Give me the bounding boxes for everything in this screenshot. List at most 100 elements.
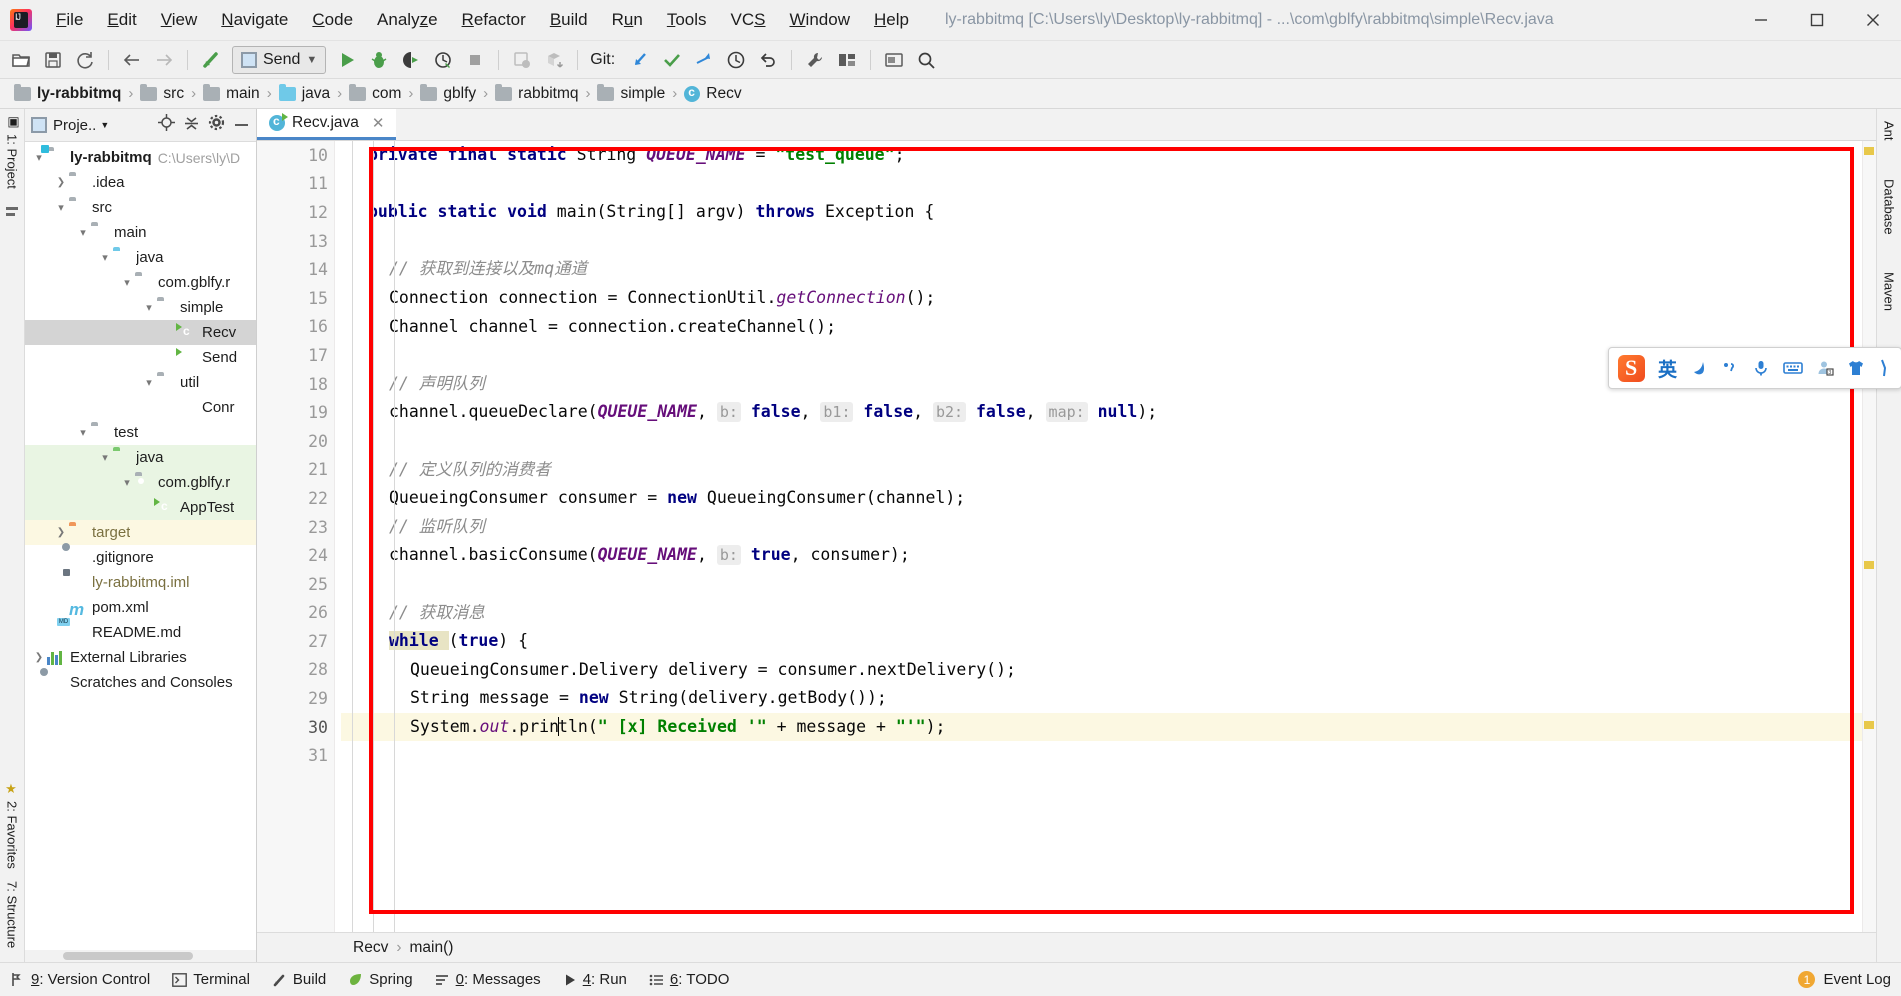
status-tool-buttons[interactable]: 9: Version Control Terminal Build Spring 0: … [10, 971, 729, 988]
chevron-down-icon[interactable]: ▾ [119, 276, 135, 289]
menu-code[interactable]: Code [300, 6, 365, 34]
tool-window-project[interactable]: ▣ 1: Project [5, 109, 20, 195]
chevron-down-icon[interactable]: ▾ [97, 251, 113, 264]
git-rollback-icon[interactable] [753, 45, 783, 75]
breadcrumb-item-gblfy[interactable]: gblfy [414, 83, 482, 105]
locate-icon[interactable] [158, 114, 175, 136]
error-stripe-marker[interactable] [1862, 141, 1876, 932]
settings-gear-icon[interactable] [208, 114, 225, 136]
breadcrumb-item-ly-rabbitmq[interactable]: ly-rabbitmq [8, 83, 127, 105]
code-line[interactable]: private final static String QUEUE_NAME =… [341, 141, 1862, 170]
project-structure-icon[interactable] [832, 45, 862, 75]
warning-stripe[interactable] [1864, 147, 1874, 155]
main-toolbar[interactable]: Send ▼ Git: [0, 41, 1901, 79]
menu-tools[interactable]: Tools [655, 6, 719, 34]
line-number[interactable]: 17 [257, 341, 334, 370]
warning-stripe[interactable] [1864, 721, 1874, 729]
tree-item-com-gblfy-r[interactable]: ▾ com.gblfy.r [25, 270, 256, 295]
editor-viewport[interactable]: 101112▶⎈13141516171819202122232425262728… [257, 141, 1876, 932]
chevron-down-icon[interactable]: ▾ [141, 301, 157, 314]
tool-window-ant[interactable]: Ant [1882, 115, 1897, 147]
chevron-right-icon[interactable]: ❯ [53, 177, 69, 188]
tree-item--idea[interactable]: ❯ .idea [25, 170, 256, 195]
back-arrow-icon[interactable] [117, 45, 147, 75]
menu-run[interactable]: Run [600, 6, 655, 34]
tools-icon[interactable] [1878, 359, 1892, 377]
tree-item-readme-md[interactable]: README.md [25, 620, 256, 645]
tree-item-pom-xml[interactable]: m pom.xml [25, 595, 256, 620]
debug-button[interactable] [364, 45, 394, 75]
profiler-button[interactable] [428, 45, 458, 75]
code-line[interactable]: // 监听队列 [341, 513, 1862, 542]
tree-item-com-gblfy-r[interactable]: ▾ com.gblfy.r [25, 470, 256, 495]
navigation-breadcrumb[interactable]: ly-rabbitmq › src › main › java › com › gblfy › rabb… [0, 79, 1901, 109]
event-log-area[interactable]: 1 Event Log [1798, 971, 1891, 988]
line-number[interactable]: 16 [257, 313, 334, 342]
open-folder-icon[interactable] [6, 45, 36, 75]
status-bar[interactable]: 9: Version Control Terminal Build Spring 0: … [0, 962, 1901, 996]
code-line[interactable] [341, 227, 1862, 256]
tree-item-external-libraries[interactable]: ❯ External Libraries [25, 645, 256, 670]
git-update-icon[interactable] [625, 45, 655, 75]
breadcrumb-item-com[interactable]: com [343, 83, 407, 105]
window-controls[interactable] [1733, 0, 1901, 41]
code-line[interactable]: QueueingConsumer consumer = new Queueing… [341, 484, 1862, 513]
punctuation-icon[interactable] [1721, 359, 1739, 377]
code-line[interactable]: QueueingConsumer.Delivery delivery = con… [341, 656, 1862, 685]
run-configuration-selector[interactable]: Send ▼ [232, 45, 327, 74]
save-all-icon[interactable] [38, 45, 68, 75]
line-number[interactable]: 31 [257, 741, 334, 770]
tree-item-simple[interactable]: ▾ simple [25, 295, 256, 320]
line-number[interactable]: 12▶⎈ [257, 198, 376, 227]
code-line[interactable] [341, 427, 1862, 456]
code-line[interactable]: public static void main(String[] argv) t… [341, 198, 1862, 227]
line-number[interactable]: 22 [257, 484, 334, 513]
code-line[interactable]: Channel channel = connection.createChann… [341, 313, 1862, 342]
tree-item-target[interactable]: ❯ target [25, 520, 256, 545]
line-number-gutter[interactable]: 101112▶⎈13141516171819202122232425262728… [257, 141, 376, 932]
code-line[interactable]: channel.queueDeclare(QUEUE_NAME, b: fals… [341, 398, 1862, 427]
run-button[interactable] [332, 45, 362, 75]
chevron-down-icon[interactable]: ▾ [97, 451, 113, 464]
status-button-todo[interactable]: 6: TODO [649, 971, 729, 988]
line-number[interactable]: 27 [257, 627, 334, 656]
minimize-button[interactable] [1733, 0, 1789, 41]
sogou-ime-toolbar[interactable]: 英 3 [1608, 347, 1901, 389]
warning-stripe[interactable] [1864, 561, 1874, 569]
status-button-terminal[interactable]: Terminal [172, 971, 250, 988]
chevron-down-icon[interactable]: ▾ [75, 426, 91, 439]
keyboard-icon[interactable] [1783, 359, 1803, 377]
line-number[interactable]: 24 [257, 541, 334, 570]
tree-item-main[interactable]: ▾ main [25, 220, 256, 245]
line-number[interactable]: 30 [257, 713, 334, 742]
chevron-down-icon[interactable]: ▾ [119, 476, 135, 489]
project-tool-window[interactable]: Proje.. ▼ ▾ ly-rabbitmq C:\Users\ly\D ❯ … [25, 109, 257, 962]
editor-breadcrumb-main[interactable]: main() [410, 939, 454, 957]
moon-icon[interactable] [1690, 359, 1708, 377]
screenshot-icon[interactable] [879, 45, 909, 75]
git-commit-icon[interactable] [657, 45, 687, 75]
tree-item-util[interactable]: ▾ util [25, 370, 256, 395]
breadcrumb-item-src[interactable]: src [134, 83, 190, 105]
tree-item-ly-rabbitmq-iml[interactable]: ly-rabbitmq.iml [25, 570, 256, 595]
chevron-down-icon[interactable]: ▾ [31, 151, 47, 164]
tree-item--gitignore[interactable]: .gitignore [25, 545, 256, 570]
menu-build[interactable]: Build [538, 6, 600, 34]
menu-vcs[interactable]: VCS [719, 6, 778, 34]
line-number[interactable]: 23 [257, 513, 334, 542]
git-history-icon[interactable] [721, 45, 751, 75]
left-tool-rail[interactable]: ▣ 1: Project ★ 2: Favorites 7: Structure [0, 109, 25, 962]
code-line[interactable]: String message = new String(delivery.get… [341, 684, 1862, 713]
status-button-run[interactable]: 4: Run [563, 971, 627, 988]
settings-wrench-icon[interactable] [800, 45, 830, 75]
code-line[interactable]: Connection connection = ConnectionUtil.g… [341, 284, 1862, 313]
breadcrumb-item-java[interactable]: java [273, 83, 336, 105]
collapse-all-icon[interactable] [183, 114, 200, 136]
menu-window[interactable]: Window [778, 6, 862, 34]
structure-rail-icon[interactable] [5, 205, 19, 224]
line-number[interactable]: 10 [257, 141, 334, 170]
breadcrumb-item-main[interactable]: main [197, 83, 266, 105]
project-tree[interactable]: ▾ ly-rabbitmq C:\Users\ly\D ❯ .idea ▾ src ▾ main… [25, 142, 256, 950]
code-line[interactable]: channel.basicConsume(QUEUE_NAME, b: true… [341, 541, 1862, 570]
editor-tab-bar[interactable]: Recv.java ✕ [257, 109, 1876, 141]
